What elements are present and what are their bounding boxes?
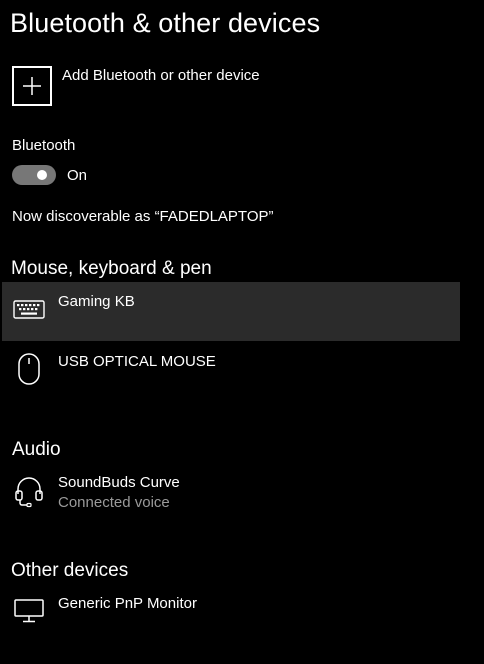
keyboard-icon <box>12 293 46 327</box>
device-row-gaming-kb[interactable]: Gaming KB <box>2 282 460 341</box>
device-row-generic-pnp-monitor[interactable]: Generic PnP Monitor <box>2 584 460 643</box>
toggle-knob <box>37 170 47 180</box>
device-row-soundbuds-curve[interactable]: SoundBuds Curve Connected voice <box>2 462 460 524</box>
add-device-button[interactable]: Add Bluetooth or other device <box>12 66 452 106</box>
plus-icon <box>12 66 52 106</box>
section-header-audio: Audio <box>12 439 61 460</box>
device-name: Generic PnP Monitor <box>58 595 197 612</box>
device-name: SoundBuds Curve <box>58 474 180 491</box>
bluetooth-label: Bluetooth <box>12 137 76 154</box>
add-device-label: Add Bluetooth or other device <box>62 67 260 84</box>
section-header-other-devices: Other devices <box>11 560 129 581</box>
bluetooth-state-text: On <box>67 167 88 184</box>
device-name: Gaming KB <box>58 293 135 310</box>
mouse-icon <box>12 352 46 386</box>
device-name: USB OPTICAL MOUSE <box>58 353 216 370</box>
discoverable-status: Now discoverable as “FADEDLAPTOP” <box>12 208 274 225</box>
section-header-mouse-keyboard-pen: Mouse, keyboard & pen <box>11 258 212 279</box>
device-row-usb-optical-mouse[interactable]: USB OPTICAL MOUSE <box>2 342 460 401</box>
bluetooth-toggle[interactable] <box>12 165 56 185</box>
headset-icon <box>12 474 46 508</box>
page-title: Bluetooth & other devices <box>10 8 321 38</box>
device-status: Connected voice <box>58 494 170 511</box>
monitor-icon <box>12 596 46 630</box>
